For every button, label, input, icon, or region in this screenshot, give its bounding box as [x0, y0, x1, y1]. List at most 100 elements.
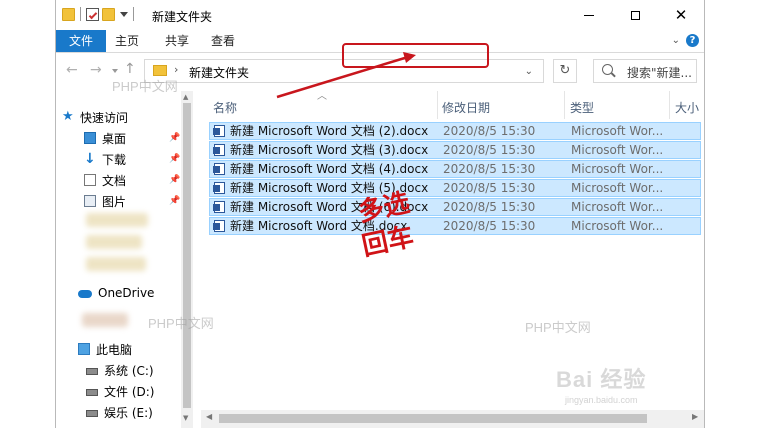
new-folder-icon[interactable]: [102, 7, 115, 21]
nav-drive-e[interactable]: 娱乐 (E:): [86, 402, 153, 422]
drive-icon: [86, 410, 98, 417]
tab-file[interactable]: 文件: [56, 30, 106, 52]
word-doc-icon: [213, 163, 225, 175]
file-type: Microsoft Wor...: [571, 181, 664, 195]
word-doc-icon: [213, 201, 225, 213]
file-date: 2020/8/5 15:30: [443, 200, 536, 214]
nav-item-label: 文档: [102, 173, 127, 188]
blurred-item: [86, 213, 148, 227]
file-name: 新建 Microsoft Word 文档 (2).docx: [230, 124, 429, 138]
nav-item-label: 下载: [102, 152, 127, 167]
nav-drive-d[interactable]: 文件 (D:): [86, 381, 154, 401]
pin-icon: 📌: [169, 154, 181, 164]
help-icon[interactable]: ?: [686, 34, 699, 47]
column-divider[interactable]: [669, 91, 670, 119]
tab-home[interactable]: 主页: [112, 30, 142, 52]
column-header-size[interactable]: 大小: [675, 97, 699, 119]
file-type: Microsoft Wor...: [571, 162, 664, 176]
nav-onedrive[interactable]: OneDrive: [78, 283, 154, 303]
file-type: Microsoft Wor...: [571, 219, 664, 233]
file-row[interactable]: 新建 Microsoft Word 文档 (2).docx 2020/8/5 1…: [209, 122, 701, 140]
minimize-button[interactable]: [566, 0, 612, 30]
drive-icon: [86, 368, 98, 375]
pin-icon: 📌: [169, 133, 181, 143]
word-doc-icon: [213, 220, 225, 232]
properties-icon[interactable]: [86, 7, 99, 21]
nav-item-label: 系统 (C:): [104, 363, 154, 378]
word-doc-icon: [213, 182, 225, 194]
nav-scrollbar-thumb[interactable]: [183, 103, 191, 408]
breadcrumb[interactable]: 新建文件夹: [189, 64, 249, 81]
refresh-button[interactable]: ↻: [553, 59, 577, 83]
nav-quick-access[interactable]: ★ 快速访问: [62, 107, 128, 127]
search-placeholder: 搜索"新建...: [627, 66, 692, 80]
nav-downloads[interactable]: ↓ 下载: [84, 149, 126, 169]
documents-icon: [84, 174, 96, 186]
column-divider[interactable]: [564, 91, 565, 119]
file-row[interactable]: 新建 Microsoft Word 文档 (3).docx 2020/8/5 1…: [209, 141, 701, 159]
scroll-down-icon[interactable]: ▼: [183, 414, 188, 422]
nav-drive-c[interactable]: 系统 (C:): [86, 360, 154, 380]
up-arrow-icon[interactable]: ↑: [124, 61, 136, 77]
minimize-icon: [584, 14, 594, 16]
nav-documents[interactable]: 文档: [84, 170, 126, 190]
nav-item-label: 娱乐 (E:): [104, 405, 153, 420]
nav-item-label: 此电脑: [96, 342, 133, 357]
blurred-item: [86, 257, 146, 271]
back-arrow-icon[interactable]: ←: [66, 62, 78, 78]
tab-share[interactable]: 共享: [162, 30, 192, 52]
file-date: 2020/8/5 15:30: [443, 143, 536, 157]
scroll-right-icon[interactable]: ▶: [692, 412, 698, 421]
maximize-button[interactable]: [612, 0, 658, 30]
screenshot-frame: 新建文件夹 ✕ 文件 主页 共享 查看 ⌄ ? ← → ↑ › 新建文件夹 ⌄ …: [0, 0, 760, 428]
file-date: 2020/8/5 15:30: [443, 162, 536, 176]
file-row[interactable]: 新建 Microsoft Word 文档.docx 2020/8/5 15:30…: [209, 217, 701, 235]
recent-locations-icon[interactable]: [112, 69, 118, 73]
file-type: Microsoft Wor...: [571, 143, 664, 157]
qat-dropdown-icon[interactable]: [120, 11, 128, 17]
column-header-type[interactable]: 类型: [570, 97, 594, 119]
computer-icon: [78, 343, 90, 355]
pictures-icon: [84, 195, 96, 207]
desktop-icon: [84, 132, 96, 144]
title-bar: 新建文件夹 ✕: [56, 0, 704, 30]
ribbon-expand-icon[interactable]: ⌄: [672, 35, 680, 46]
search-input[interactable]: 搜索"新建...: [593, 59, 697, 83]
highlight-box: [342, 43, 489, 68]
sort-ascending-icon: ︿: [317, 91, 327, 102]
maximize-icon: [630, 10, 640, 20]
file-row[interactable]: 新建 Microsoft Word 文档 (6).docx 2020/8/5 1…: [209, 198, 701, 216]
scroll-up-icon[interactable]: ▲: [183, 93, 188, 101]
blurred-item: [82, 313, 128, 327]
scroll-left-icon[interactable]: ◀: [206, 412, 212, 421]
nav-desktop[interactable]: 桌面: [84, 128, 126, 148]
close-button[interactable]: ✕: [658, 0, 704, 30]
column-header-date[interactable]: 修改日期: [442, 97, 490, 119]
tab-view[interactable]: 查看: [208, 30, 238, 52]
baidu-watermark-url: jingyan.baidu.com: [565, 395, 638, 405]
folder-icon: [62, 7, 75, 21]
file-name: 新建 Microsoft Word 文档 (3).docx: [230, 143, 429, 157]
column-header-name[interactable]: 名称: [213, 97, 237, 119]
nav-pictures[interactable]: 图片: [84, 191, 126, 211]
close-icon: ✕: [674, 5, 688, 24]
file-row[interactable]: 新建 Microsoft Word 文档 (5).docx 2020/8/5 1…: [209, 179, 701, 197]
horizontal-scrollbar-thumb[interactable]: [219, 414, 647, 423]
file-row[interactable]: 新建 Microsoft Word 文档 (4).docx 2020/8/5 1…: [209, 160, 701, 178]
file-date: 2020/8/5 15:30: [443, 219, 536, 233]
column-divider[interactable]: [437, 91, 438, 119]
pin-icon: 📌: [169, 175, 181, 185]
file-name: 新建 Microsoft Word 文档 (4).docx: [230, 162, 429, 176]
nav-this-pc[interactable]: 此电脑: [78, 339, 132, 359]
quick-access-toolbar: [62, 7, 136, 21]
navigation-pane: ★ 快速访问 桌面 📌 ↓ 下载 📌 文档 📌 图片 📌 OneDrive 此电…: [56, 91, 191, 428]
breadcrumb-chevron-icon[interactable]: ›: [174, 63, 178, 76]
pin-icon: 📌: [169, 196, 181, 206]
watermark: PHP中文网: [525, 320, 591, 335]
address-dropdown-icon[interactable]: ⌄: [525, 66, 533, 77]
nav-item-label: 文件 (D:): [104, 384, 155, 399]
baidu-watermark: Bai 经验: [556, 367, 647, 392]
nav-item-label: 桌面: [102, 131, 127, 146]
forward-arrow-icon[interactable]: →: [90, 62, 102, 78]
qat-separator: [133, 7, 134, 21]
